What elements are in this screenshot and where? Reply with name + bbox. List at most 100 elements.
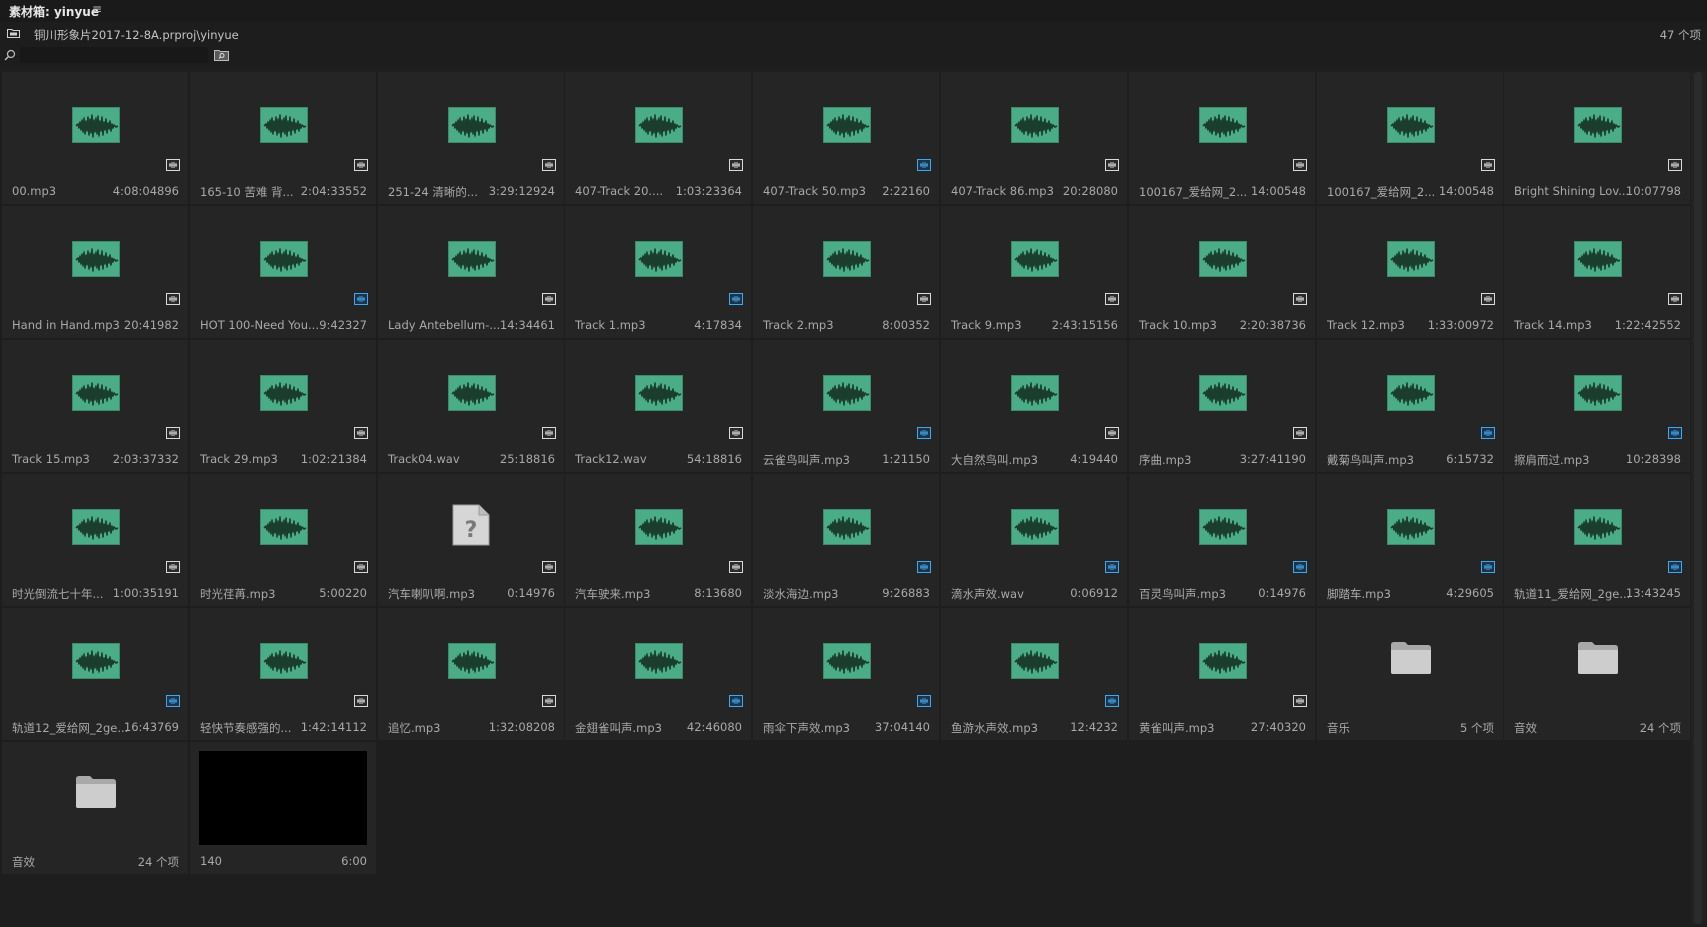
panel-title-bar: 素材箱: yinyue ≡ bbox=[0, 0, 1707, 22]
item-duration: 4:19440 bbox=[1070, 452, 1118, 466]
media-item[interactable]: 407-Track 20.... 1:03:23364 bbox=[565, 72, 751, 204]
audio-clip-badge-icon bbox=[729, 427, 743, 439]
media-item[interactable]: 脚踏车.mp3 4:29605 bbox=[1317, 474, 1503, 606]
media-item[interactable]: Track 10.mp3 2:20:38736 bbox=[1129, 206, 1315, 338]
item-name: Track 9.mp3 bbox=[951, 318, 1022, 332]
media-item[interactable]: HOT 100-Need You... 9:42327 bbox=[190, 206, 376, 338]
media-item[interactable]: 轨道12_爱给网_2ge... 16:43769 bbox=[2, 608, 188, 740]
media-item[interactable]: 100167_爱给网_2... 14:00548 bbox=[1129, 72, 1315, 204]
bin-folder-item[interactable]: 音乐 5 个项 bbox=[1317, 608, 1503, 740]
media-item[interactable]: 407-Track 50.mp3 2:22160 bbox=[753, 72, 939, 204]
media-item[interactable]: 100167_爱给网_2... 14:00548 bbox=[1317, 72, 1503, 204]
item-duration: 6:00 bbox=[341, 854, 367, 868]
item-name: 140 bbox=[200, 854, 222, 868]
audio-clip-badge-icon bbox=[1293, 695, 1307, 707]
audio-clip-badge-icon bbox=[1293, 159, 1307, 171]
item-name: HOT 100-Need You... bbox=[200, 318, 319, 332]
scrollbar-thumb[interactable] bbox=[1694, 72, 1702, 924]
media-item[interactable]: Track 12.mp3 1:33:00972 bbox=[1317, 206, 1503, 338]
item-name: 金翅雀叫声.mp3 bbox=[575, 721, 662, 735]
item-duration: 3:29:12924 bbox=[488, 184, 555, 198]
media-item[interactable]: 擦肩而过.mp3 10:28398 bbox=[1504, 340, 1690, 472]
media-item[interactable]: Track 15.mp3 2:03:37332 bbox=[2, 340, 188, 472]
media-item[interactable]: Track 2.mp3 8:00352 bbox=[753, 206, 939, 338]
media-item[interactable]: Track12.wav 54:18816 bbox=[565, 340, 751, 472]
media-item[interactable]: 大自然鸟叫.mp3 4:19440 bbox=[941, 340, 1127, 472]
vertical-scrollbar[interactable] bbox=[1691, 72, 1705, 924]
bin-folder-icon[interactable] bbox=[7, 28, 20, 38]
media-item[interactable]: 00.mp3 4:08:04896 bbox=[2, 72, 188, 204]
media-item[interactable]: 百灵鸟叫声.mp3 0:14976 bbox=[1129, 474, 1315, 606]
media-item[interactable]: 251-24 清晰的... 3:29:12924 bbox=[378, 72, 564, 204]
audio-clip-badge-icon bbox=[1481, 159, 1495, 171]
media-item[interactable]: ? 汽车喇叭啊.mp3 0:14976 bbox=[378, 474, 564, 606]
new-search-bin-icon[interactable] bbox=[214, 49, 229, 61]
item-duration: 1:42:14112 bbox=[300, 720, 367, 734]
media-item[interactable]: Track 1.mp3 4:17834 bbox=[565, 206, 751, 338]
media-item[interactable]: 戴菊鸟叫声.mp3 6:15732 bbox=[1317, 340, 1503, 472]
item-name: 100167_爱给网_2... bbox=[1327, 185, 1436, 199]
item-name: 407-Track 20.... bbox=[575, 184, 664, 198]
audio-clip-badge-icon bbox=[542, 561, 556, 573]
item-duration: 4:08:04896 bbox=[112, 184, 179, 198]
media-item[interactable]: 金翅雀叫声.mp3 42:46080 bbox=[565, 608, 751, 740]
media-item[interactable]: 鱼游水声效.mp3 12:4232 bbox=[941, 608, 1127, 740]
media-item[interactable]: 淡水海边.mp3 9:26883 bbox=[753, 474, 939, 606]
audio-clip-badge-icon bbox=[1293, 427, 1307, 439]
media-item[interactable]: 黄雀叫声.mp3 27:40320 bbox=[1129, 608, 1315, 740]
audio-clip-badge-icon bbox=[729, 159, 743, 171]
audio-clip-badge-icon bbox=[542, 427, 556, 439]
search-input[interactable] bbox=[20, 47, 208, 63]
item-name: 时光倒流七十年... bbox=[12, 587, 104, 601]
item-duration: 8:00352 bbox=[882, 318, 930, 332]
audio-waveform-thumbnail bbox=[635, 241, 683, 277]
item-duration: 25:18816 bbox=[499, 452, 555, 466]
audio-clip-badge-icon bbox=[1668, 427, 1682, 439]
media-item[interactable]: Track04.wav 25:18816 bbox=[378, 340, 564, 472]
item-name: 百灵鸟叫声.mp3 bbox=[1139, 587, 1226, 601]
media-item[interactable]: Hand in Hand.mp3 20:41982 bbox=[2, 206, 188, 338]
audio-waveform-thumbnail bbox=[635, 509, 683, 545]
media-item[interactable]: 追忆.mp3 1:32:08208 bbox=[378, 608, 564, 740]
audio-clip-badge-icon bbox=[166, 561, 180, 573]
folder-item-count: 5 个项 bbox=[1460, 721, 1494, 735]
media-item[interactable]: 165-10 苦难 背... 2:04:33552 bbox=[190, 72, 376, 204]
audio-waveform-thumbnail bbox=[448, 375, 496, 411]
media-item[interactable]: Lady Antebellum-... 14:34461 bbox=[378, 206, 564, 338]
item-name: 音效 bbox=[1514, 721, 1537, 735]
media-item[interactable]: 汽车驶来.mp3 8:13680 bbox=[565, 474, 751, 606]
item-name: 追忆.mp3 bbox=[388, 721, 441, 735]
audio-waveform-thumbnail bbox=[260, 241, 308, 277]
media-item[interactable]: 轨道11_爱给网_2ge... 13:43245 bbox=[1504, 474, 1690, 606]
media-item[interactable]: 云雀鸟叫声.mp3 1:21150 bbox=[753, 340, 939, 472]
panel-menu-icon[interactable]: ≡ bbox=[92, 2, 102, 16]
bin-path: 铜川形象片2017-12-8A.prproj\yinyue bbox=[34, 28, 239, 42]
audio-clip-badge-icon bbox=[1668, 561, 1682, 573]
item-name: 407-Track 86.mp3 bbox=[951, 184, 1054, 198]
audio-waveform-thumbnail bbox=[448, 107, 496, 143]
media-item[interactable]: 时光荏苒.mp3 5:00220 bbox=[190, 474, 376, 606]
media-item[interactable]: 滴水声效.wav 0:06912 bbox=[941, 474, 1127, 606]
bin-folder-item[interactable]: 音效 24 个项 bbox=[1504, 608, 1690, 740]
media-item[interactable]: Track 9.mp3 2:43:15156 bbox=[941, 206, 1127, 338]
media-item[interactable]: 140 6:00 bbox=[190, 742, 376, 874]
media-item[interactable]: Bright Shining Lov... 10:07798 bbox=[1504, 72, 1690, 204]
media-item[interactable]: 雨伞下声效.mp3 37:04140 bbox=[753, 608, 939, 740]
item-name: Bright Shining Lov... bbox=[1514, 184, 1630, 198]
audio-clip-badge-icon bbox=[1481, 561, 1495, 573]
audio-waveform-thumbnail bbox=[1387, 241, 1435, 277]
item-name: Track04.wav bbox=[388, 452, 460, 466]
media-item[interactable]: 时光倒流七十年... 1:00:35191 bbox=[2, 474, 188, 606]
item-name: Hand in Hand.mp3 bbox=[12, 318, 120, 332]
media-item[interactable]: Track 14.mp3 1:22:42552 bbox=[1504, 206, 1690, 338]
item-name: Track 2.mp3 bbox=[763, 318, 834, 332]
audio-waveform-thumbnail bbox=[1199, 375, 1247, 411]
missing-file-icon: ? bbox=[452, 504, 490, 546]
media-item[interactable]: 序曲.mp3 3:27:41190 bbox=[1129, 340, 1315, 472]
media-item[interactable]: 轻快节奏感强的... 1:42:14112 bbox=[190, 608, 376, 740]
media-item[interactable]: Track 29.mp3 1:02:21384 bbox=[190, 340, 376, 472]
media-item[interactable]: 407-Track 86.mp3 20:28080 bbox=[941, 72, 1127, 204]
audio-waveform-thumbnail bbox=[448, 241, 496, 277]
bin-folder-item[interactable]: 音效 24 个项 bbox=[2, 742, 188, 874]
item-name: Track 14.mp3 bbox=[1514, 318, 1592, 332]
